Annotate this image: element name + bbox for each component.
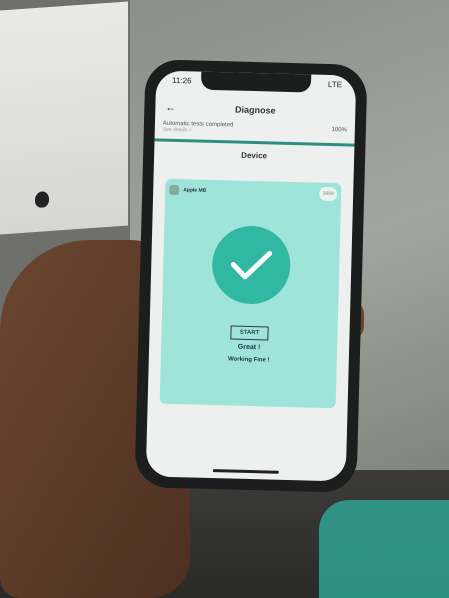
checkmark-icon [211, 224, 292, 306]
background-cloth [319, 500, 449, 598]
device-badge: 3999 [318, 186, 338, 202]
app-header: ← Diagnose [155, 96, 356, 123]
page-title: Diagnose [234, 104, 276, 116]
status-network: LTE [327, 79, 343, 90]
device-name: Apple MB [183, 187, 207, 194]
progress-bar [154, 138, 355, 147]
device-card: Apple MB 3999 START Great ! Working Fine… [159, 178, 342, 409]
product-box [0, 1, 128, 235]
box-label [10, 103, 110, 110]
status-time: 11:26 [171, 75, 192, 86]
tests-sublabel[interactable]: See details > [163, 127, 347, 138]
phone: 11:26 LTE ← Diagnose Automatic tests com… [134, 59, 368, 493]
result-text: Great ! [237, 343, 261, 352]
result-detail: Working Fine ! [227, 356, 270, 364]
arrow-left-icon[interactable]: ← [165, 102, 176, 114]
start-button[interactable]: START [230, 325, 269, 341]
apple-logo-icon [35, 191, 49, 209]
tests-percent: 100% [331, 127, 347, 134]
tests-summary[interactable]: Automatic tests completed See details > … [163, 121, 347, 138]
phone-screen: 11:26 LTE ← Diagnose Automatic tests com… [145, 70, 357, 482]
section-title: Device [241, 150, 268, 161]
home-indicator[interactable] [212, 469, 279, 474]
start-button-row: START [161, 319, 337, 343]
device-icon [169, 184, 180, 196]
